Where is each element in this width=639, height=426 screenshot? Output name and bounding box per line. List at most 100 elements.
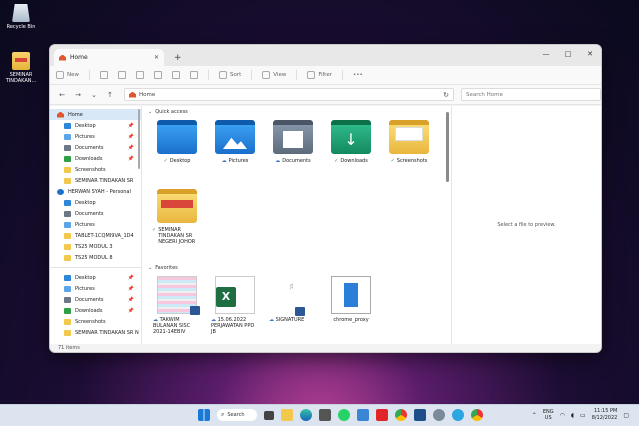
- notification-icon[interactable]: ▢: [623, 412, 629, 419]
- sidebar-item-tablet[interactable]: TABLET-1CQMI9VA_1D4: [50, 230, 141, 241]
- telegram-icon[interactable]: [452, 409, 464, 421]
- pictures-folder-icon: [215, 120, 255, 154]
- sidebar-item-od-documents[interactable]: Documents: [50, 208, 141, 219]
- desktop-icon-seminar-folder[interactable]: SEMINAR TINDAKAN...: [1, 52, 41, 84]
- mail-icon[interactable]: [414, 409, 426, 421]
- maximize-button[interactable]: □: [557, 45, 579, 63]
- wifi-icon[interactable]: ◠: [560, 412, 565, 419]
- sidebar-item-screenshots[interactable]: Screenshots: [50, 164, 141, 175]
- favorite-item-takwim[interactable]: ☁ TAKWIM BULANAN SISC 2021-14EBIV: [148, 273, 206, 335]
- sidebar-item-od-pictures[interactable]: Pictures: [50, 219, 141, 230]
- item-label: Downloads: [340, 158, 368, 164]
- quick-access-item-documents[interactable]: ☁ Documents: [264, 117, 322, 186]
- documents-folder-icon: [64, 210, 71, 217]
- sidebar-item-downloads-2[interactable]: Downloads 📌: [50, 305, 141, 316]
- quick-access-item-seminar[interactable]: ✓ SEMINAR TINDAKAN SR NEGERI JOHOR: [148, 186, 206, 262]
- application-icon: [331, 276, 371, 314]
- store-icon[interactable]: [319, 409, 331, 421]
- sidebar-item-downloads[interactable]: Downloads 📌: [50, 153, 141, 164]
- search-input[interactable]: Search Home: [461, 88, 601, 101]
- sidebar-item-screenshots-2[interactable]: Screenshots: [50, 316, 141, 327]
- sidebar-item-pictures-2[interactable]: Pictures 📌: [50, 283, 141, 294]
- quick-access-item-downloads[interactable]: ✓Downloads: [322, 117, 380, 186]
- item-label: Desktop: [169, 158, 191, 164]
- new-button[interactable]: New: [56, 71, 79, 79]
- document-icon: [273, 276, 313, 316]
- edge-icon[interactable]: [300, 409, 312, 421]
- item-label-row: ✓ Screenshots: [384, 158, 434, 164]
- sidebar-item-ts25-modul-3[interactable]: TS25 MODUL 3: [50, 241, 141, 252]
- folder-icon: [389, 120, 429, 154]
- sidebar-item-label: Desktop: [75, 122, 96, 129]
- chrome-icon[interactable]: [471, 409, 483, 421]
- minimize-button[interactable]: —: [535, 45, 557, 63]
- view-button[interactable]: View: [262, 71, 286, 79]
- quick-access-item-pictures[interactable]: ☁ Pictures: [206, 117, 264, 186]
- file-explorer-icon[interactable]: [281, 409, 293, 421]
- sidebar-item-onedrive[interactable]: HERWAN SYAH - Personal: [50, 186, 141, 197]
- copy-icon[interactable]: [118, 71, 126, 79]
- quick-access-item-screenshots[interactable]: ✓ Screenshots: [380, 117, 438, 186]
- tab-home[interactable]: Home ✕: [54, 49, 164, 66]
- filter-button[interactable]: Filter: [307, 71, 332, 79]
- settings-icon[interactable]: [433, 409, 445, 421]
- time-text: 11:15 PM: [594, 408, 618, 414]
- chrome-icon[interactable]: [395, 409, 407, 421]
- address-bar[interactable]: Home ↻: [124, 88, 454, 101]
- photos-icon[interactable]: [357, 409, 369, 421]
- favorite-item-chrome-proxy[interactable]: chrome_proxy: [322, 273, 380, 335]
- breadcrumb[interactable]: Home: [139, 92, 155, 98]
- folder-icon: [64, 318, 71, 325]
- task-view-icon[interactable]: [264, 410, 274, 420]
- clock[interactable]: 11:15 PM 8/12/2022: [592, 408, 618, 422]
- battery-icon[interactable]: ▭: [580, 412, 586, 419]
- rename-icon[interactable]: [154, 71, 162, 79]
- recent-locations-icon[interactable]: ⌄: [88, 91, 100, 99]
- sidebar-item-desktop-2[interactable]: Desktop 📌: [50, 272, 141, 283]
- share-icon[interactable]: [172, 71, 180, 79]
- quick-access-item-desktop[interactable]: ✓ Desktop: [148, 117, 206, 186]
- paste-icon[interactable]: [136, 71, 144, 79]
- sidebar-item-od-desktop[interactable]: Desktop: [50, 197, 141, 208]
- onedrive-icon: [57, 188, 64, 195]
- favorites-header[interactable]: ⌄ Favorites: [148, 262, 451, 273]
- close-button[interactable]: ✕: [579, 45, 601, 63]
- favorite-item-signature[interactable]: ☁ SIGNATURE: [264, 273, 322, 335]
- sort-button[interactable]: Sort: [219, 71, 241, 79]
- refresh-icon[interactable]: ↻: [443, 91, 449, 99]
- whatsapp-icon[interactable]: [338, 409, 350, 421]
- up-icon[interactable]: ↑: [104, 91, 116, 99]
- taskbar-search[interactable]: ⌕ Search: [217, 409, 257, 421]
- sidebar-item-documents-2[interactable]: Documents 📌: [50, 294, 141, 305]
- sidebar-scrollbar[interactable]: [138, 109, 140, 169]
- pictures-folder-icon: [64, 133, 71, 140]
- desktop-icon-label: SEMINAR TINDAKAN...: [5, 72, 37, 84]
- search-placeholder: Search Home: [466, 91, 503, 98]
- more-options-button[interactable]: •••: [353, 72, 363, 78]
- quick-access-header[interactable]: ⌄ Quick access: [148, 106, 451, 117]
- content-scrollbar[interactable]: [446, 112, 449, 182]
- close-tab-icon[interactable]: ✕: [154, 54, 159, 61]
- sidebar-item-seminar-2[interactable]: SEMINAR TINDAKAN SR N: [50, 327, 141, 338]
- sidebar-item-desktop[interactable]: Desktop 📌: [50, 120, 141, 131]
- start-icon[interactable]: [198, 409, 210, 421]
- new-tab-button[interactable]: +: [174, 53, 182, 63]
- volume-icon[interactable]: ◖: [571, 412, 574, 419]
- desktop-icon-recycle-bin[interactable]: Recycle Bin: [1, 4, 41, 30]
- youtube-icon[interactable]: [376, 409, 388, 421]
- sidebar-item-pictures[interactable]: Pictures 📌: [50, 131, 141, 142]
- forward-icon[interactable]: →: [72, 91, 84, 99]
- sidebar-item-seminar[interactable]: SEMINAR TINDAKAN SR: [50, 175, 141, 186]
- item-label: Screenshots: [396, 158, 428, 164]
- sidebar-item-documents[interactable]: Documents 📌: [50, 142, 141, 153]
- delete-icon[interactable]: [190, 71, 198, 79]
- sidebar-item-label: Documents: [75, 210, 104, 217]
- back-icon[interactable]: ←: [56, 91, 68, 99]
- status-bar: 71 items: [50, 344, 601, 352]
- sidebar-item-home[interactable]: Home: [50, 109, 141, 120]
- chevron-up-icon[interactable]: ⌃: [532, 412, 537, 419]
- favorite-item-perjawatan[interactable]: ☁ 15.06.2022 PERJAWATAN PPD JB: [206, 273, 264, 335]
- cut-icon[interactable]: [100, 71, 108, 79]
- sidebar-item-ts25-modul-8[interactable]: TS25 MODUL 8: [50, 252, 141, 263]
- language-indicator[interactable]: ENG US: [543, 409, 554, 421]
